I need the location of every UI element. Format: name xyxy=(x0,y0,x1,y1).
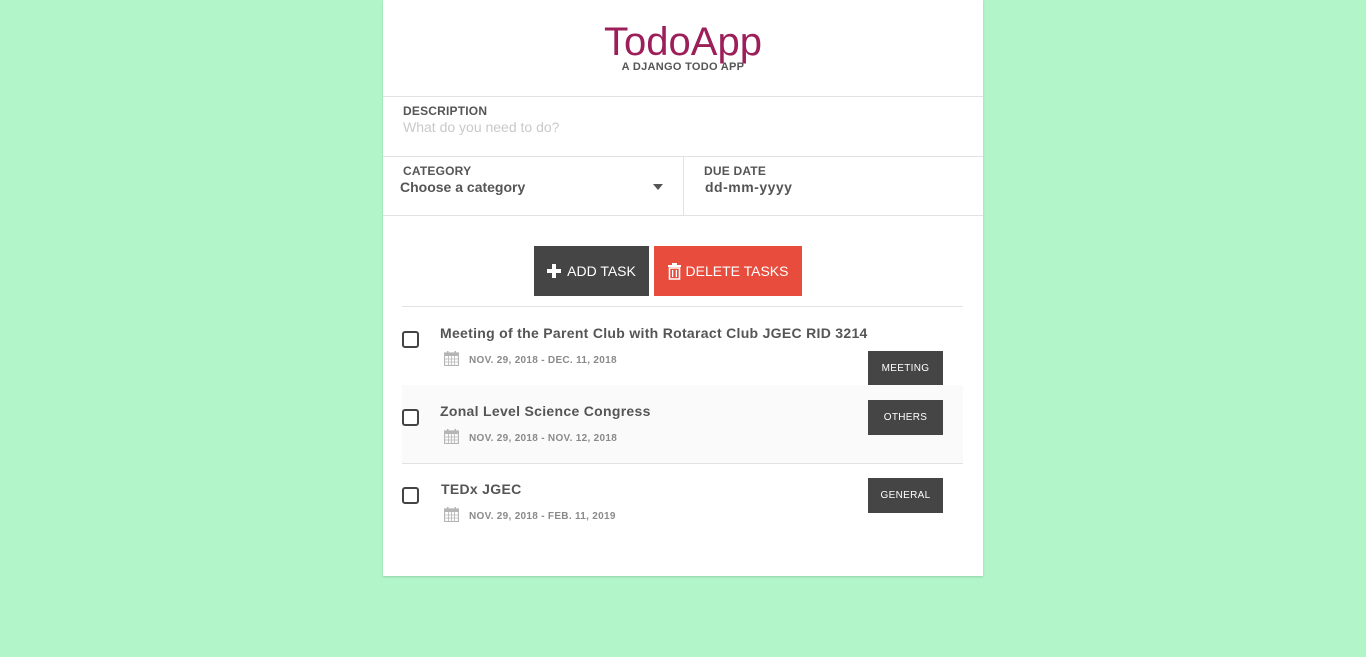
category-badge: GENERAL xyxy=(868,478,943,513)
task-title: Meeting of the Parent Club with Rotaract… xyxy=(440,325,868,341)
task-title: TEDx JGEC xyxy=(441,481,522,497)
task-checkbox[interactable] xyxy=(402,409,419,426)
due-date-label: DUE DATE xyxy=(704,164,767,178)
trash-icon xyxy=(667,262,681,280)
app-subtitle: A DJANGO TODO APP xyxy=(621,61,745,73)
caret-down-icon[interactable] xyxy=(653,184,663,190)
field-divider xyxy=(683,157,684,215)
app-header: TodoApp A DJANGO TODO APP xyxy=(383,0,983,97)
category-label: CATEGORY xyxy=(403,164,472,178)
todo-card: TodoApp A DJANGO TODO APP DESCRIPTION CA… xyxy=(383,0,983,576)
task-dates: NOV. 29, 2018 - FEB. 11, 2019 xyxy=(469,511,616,522)
task-item: TEDx JGEC NOV. 29, 2018 - FEB. 11, 2019 … xyxy=(402,463,963,541)
delete-tasks-label: DELETE TASKS xyxy=(685,263,789,279)
category-date-row: CATEGORY Choose a category DUE DATE dd-m… xyxy=(383,157,983,216)
task-title: Zonal Level Science Congress xyxy=(440,403,651,419)
task-dates: NOV. 29, 2018 - DEC. 11, 2018 xyxy=(469,355,617,366)
task-checkbox[interactable] xyxy=(402,487,419,504)
task-checkbox[interactable] xyxy=(402,331,419,348)
add-task-button[interactable]: ADD TASK xyxy=(534,246,649,296)
description-input[interactable] xyxy=(403,119,963,135)
app-title: TodoApp xyxy=(604,20,762,64)
task-item: Zonal Level Science Congress NOV. 29, 20… xyxy=(402,385,963,464)
category-badge: OTHERS xyxy=(868,400,943,435)
calendar-icon xyxy=(444,507,459,522)
task-item: Meeting of the Parent Club with Rotaract… xyxy=(402,307,963,386)
due-date-input[interactable]: dd-mm-yyyy xyxy=(705,179,792,195)
task-dates: NOV. 29, 2018 - NOV. 12, 2018 xyxy=(469,433,618,444)
calendar-icon xyxy=(444,351,459,366)
plus-icon xyxy=(547,264,562,278)
category-select[interactable]: Choose a category xyxy=(400,179,525,195)
calendar-icon xyxy=(444,429,459,444)
delete-tasks-button[interactable]: DELETE TASKS xyxy=(654,246,802,296)
description-label: DESCRIPTION xyxy=(403,104,488,118)
add-task-label: ADD TASK xyxy=(567,263,636,279)
category-badge: MEETING xyxy=(868,351,943,386)
